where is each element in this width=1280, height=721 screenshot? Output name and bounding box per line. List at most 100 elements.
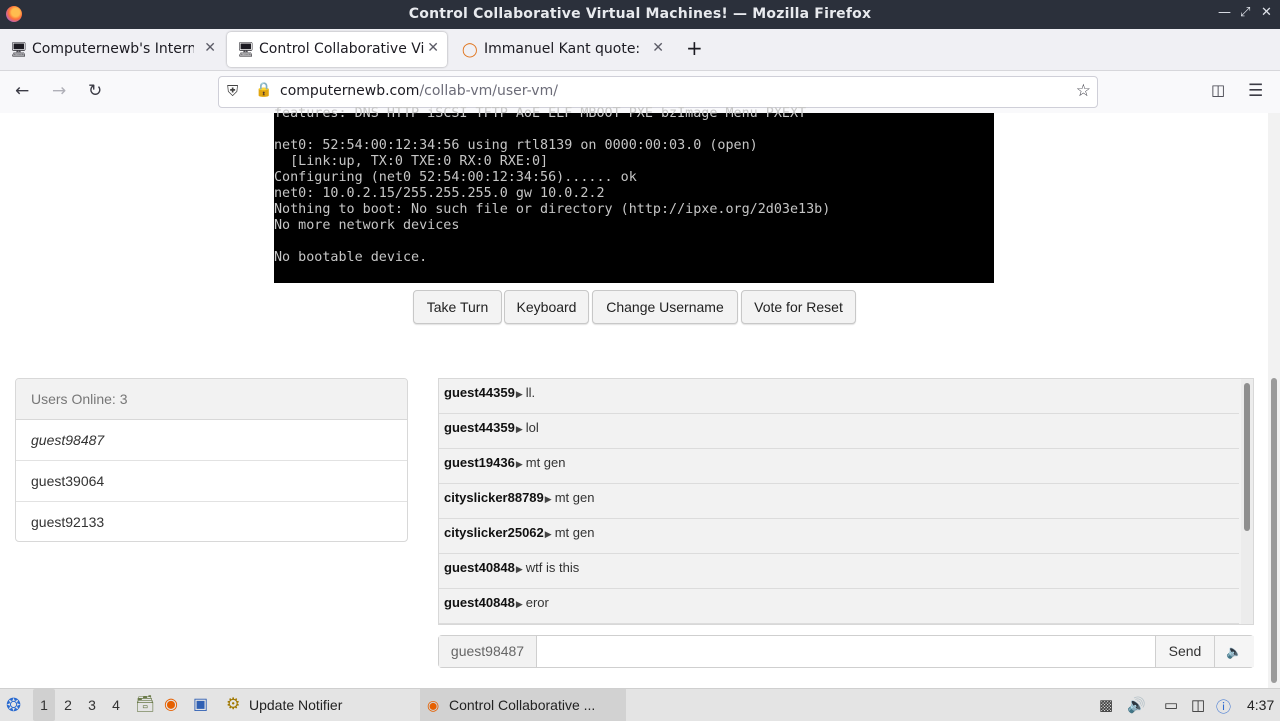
chat-message: guest44359▶ ll. [439,379,1239,414]
tab-label: Control Collaborative Virt [259,41,424,57]
user-list-item[interactable]: guest92133 [16,502,407,541]
taskbar-window-label: Control Collaborative ... [449,697,596,713]
chat-username: guest44359 [444,385,515,400]
chat-username: cityslicker88789 [444,490,544,505]
user-list-item[interactable]: guest98487 [16,420,407,461]
chat-scroll-thumb[interactable] [1244,383,1250,531]
bookmark-star-icon[interactable]: ☆ [1076,81,1091,101]
update-notifier-icon[interactable]: ⚙ [226,689,240,721]
page-scrollbar[interactable] [1268,113,1280,688]
chat-text: ll. [525,385,536,400]
chat-input-group: guest98487 Send 🔈 [438,635,1254,668]
vm-line: net0: 10.0.2.15/255.255.255.0 gw 10.0.2.… [274,186,605,201]
chat-text: mt gen [525,455,566,470]
lock-icon[interactable]: 🔒 [255,82,272,98]
users-online-header: Users Online: 3 [16,379,407,420]
notes-icon[interactable]: ◫ [1191,696,1205,714]
workspace-3[interactable]: 3 [81,689,103,721]
update-notifier-label[interactable]: Update Notifier [249,689,342,721]
chat-log[interactable]: guest44359▶ ll. guest44359▶ lol guest19436… [438,378,1254,625]
message-arrow-icon: ▶ [515,459,523,469]
display-icon[interactable]: ▭ [1164,696,1178,714]
message-arrow-icon: ▶ [544,494,552,504]
menu-icon[interactable]: ☰ [1248,81,1263,101]
close-window-icon[interactable]: ✕ [1261,5,1272,20]
firefox-launcher-icon[interactable]: ◉ [164,689,178,721]
message-arrow-icon: ▶ [544,529,552,539]
vm-line: features: DNS HTTP iSCSI TFTP AoE ELF MB… [274,106,807,121]
quote-favicon-icon: ◯ [462,42,478,58]
speaker-icon[interactable]: 🔈 [1214,636,1254,667]
close-tab-icon[interactable]: ✕ [652,40,664,56]
chat-message: cityslicker88789▶ mt gen [439,484,1239,519]
firefox-window-icon: ◉ [427,697,440,713]
vote-reset-button[interactable]: Vote for Reset [741,290,856,324]
chat-username: guest44359 [444,420,515,435]
url-text[interactable]: computernewb.com/collab-vm/user-vm/ [280,83,558,99]
clipboard-icon[interactable]: ▩ [1099,696,1113,714]
take-turn-button[interactable]: Take Turn [413,290,502,324]
chat-message: guest40848▶ wtf is this [439,554,1239,589]
app-menu-icon[interactable]: ❂ [6,689,21,721]
tab-computernewb[interactable]: 🖥 Computernewb's Internet ✕ [0,32,224,67]
notification-icon[interactable]: ⓘ [1216,696,1231,717]
vm-console-output: features: DNS HTTP iSCSI TFTP AoE ELF MB… [274,106,994,266]
chat-username: guest40848 [444,595,515,610]
taskbar-active-window[interactable]: ◉ Control Collaborative ... [420,689,626,721]
message-arrow-icon: ▶ [515,599,523,609]
volume-icon[interactable]: 🔊 [1127,696,1146,714]
chat-message: guest44359▶ lol [439,414,1239,449]
page-content: features: DNS HTTP iSCSI TFTP AoE ELF MB… [0,106,1268,688]
window-title: Control Collaborative Virtual Machines! … [408,6,872,22]
message-arrow-icon: ▶ [515,424,523,434]
address-bar[interactable]: ⛨ 🔒 computernewb.com/collab-vm/user-vm/ … [218,76,1098,108]
restore-icon[interactable]: ⤢ [1240,5,1250,20]
send-button[interactable]: Send [1155,636,1214,667]
new-tab-icon[interactable]: + [686,36,703,60]
minimize-icon[interactable]: — [1218,5,1231,20]
chat-message: cityslicker25062▶ mt gen [439,519,1239,554]
close-tab-icon[interactable]: ✕ [427,40,439,56]
computernewb-favicon-icon: 🖥 [10,42,28,58]
tab-label: Immanuel Kant quote: Th [484,41,644,57]
message-arrow-icon: ▶ [515,389,523,399]
tab-kant-quote[interactable]: ◯ Immanuel Kant quote: Th ✕ [452,32,672,67]
change-username-button[interactable]: Change Username [592,290,738,324]
reload-icon[interactable]: ↻ [88,81,102,101]
file-manager-icon[interactable]: 🗃 [135,689,155,721]
computernewb-favicon-icon: 🖥 [237,42,255,58]
tab-collab-vm[interactable]: 🖥 Control Collaborative Virt ✕ [227,32,447,67]
chat-scrollbar[interactable] [1241,379,1253,624]
vm-line: No more network devices [274,218,460,233]
url-path: /collab-vm/user-vm/ [419,83,558,99]
vm-line [274,122,994,138]
keyboard-button[interactable]: Keyboard [504,290,589,324]
chat-input[interactable] [537,636,1154,667]
tab-label: Computernewb's Internet [32,41,194,57]
chat-username-label: guest98487 [439,636,537,667]
back-icon[interactable]: ← [15,81,29,101]
workspace-4[interactable]: 4 [105,689,127,721]
terminal-icon[interactable]: ▣ [193,689,208,721]
window-titlebar: Control Collaborative Virtual Machines! … [0,0,1280,29]
chat-message: guest40848▶ eror [439,589,1239,624]
shield-icon[interactable]: ⛨ [227,82,238,100]
workspace-1[interactable]: 1 [33,689,55,721]
pocket-icon[interactable]: ◫ [1211,81,1225,99]
vm-line [274,234,994,250]
tab-strip: 🖥 Computernewb's Internet ✕ 🖥 Control Co… [0,29,1280,71]
vm-line: net0: 52:54:00:12:34:56 using rtl8139 on… [274,138,758,153]
close-tab-icon[interactable]: ✕ [204,40,216,56]
chat-message: guest19436▶ mt gen [439,449,1239,484]
clock: 4:37 [1247,697,1275,713]
page-scroll-thumb[interactable] [1271,378,1277,683]
chat-text: mt gen [554,525,595,540]
vm-line: [Link:up, TX:0 TXE:0 RX:0 RXE:0] [274,154,549,169]
vm-line: No bootable device. [274,250,428,265]
user-list-item[interactable]: guest39064 [16,461,407,502]
workspace-2[interactable]: 2 [57,689,79,721]
vm-screen[interactable]: features: DNS HTTP iSCSI TFTP AoE ELF MB… [274,106,994,283]
url-domain: computernewb.com [280,83,420,99]
forward-icon[interactable]: → [52,81,66,101]
vm-line: Nothing to boot: No such file or directo… [274,202,831,217]
